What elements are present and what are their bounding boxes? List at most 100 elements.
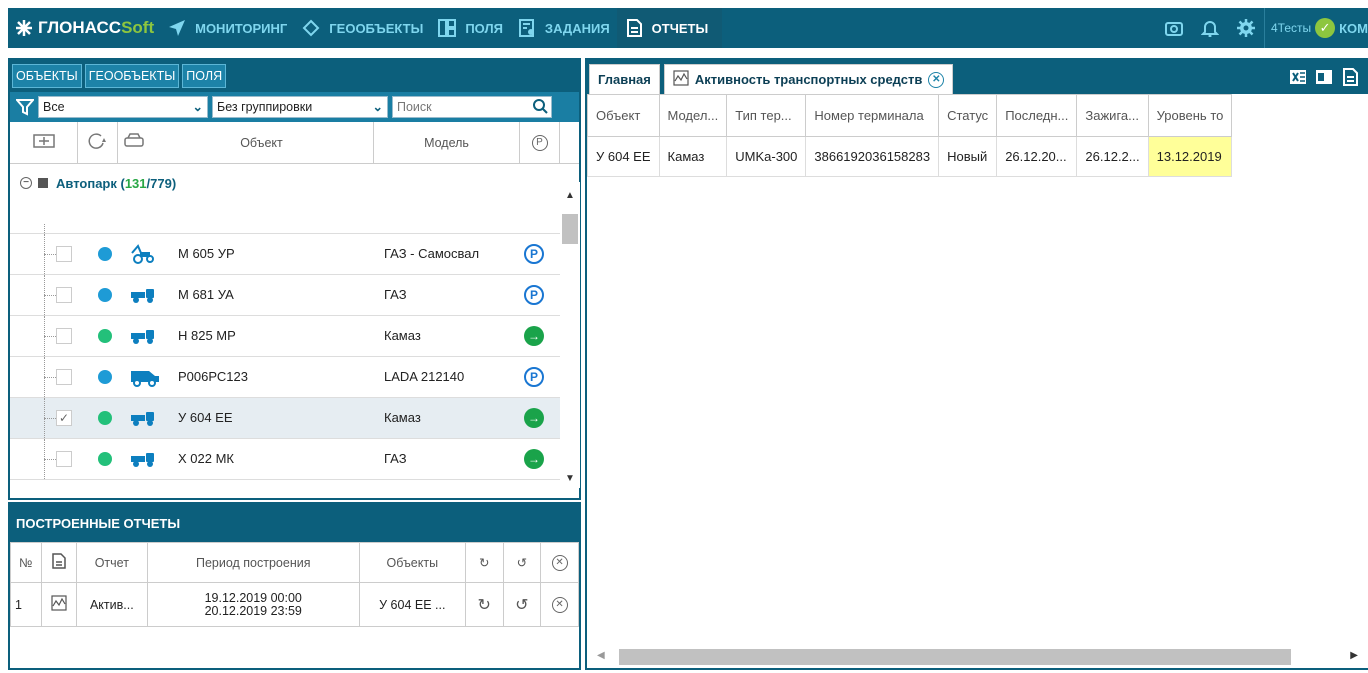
object-name[interactable]: Н 825 МР	[178, 328, 236, 343]
tab-activity-label: Активность транспортных средств	[694, 72, 923, 87]
filter-icon[interactable]	[12, 94, 38, 120]
row-checkbox[interactable]	[56, 328, 72, 344]
gear-icon[interactable]	[1236, 18, 1256, 38]
excel-icon[interactable]	[1288, 67, 1308, 87]
report-table-header: Объект Модел... Тип тер... Номер терминала С…	[587, 94, 1233, 137]
report-col-header[interactable]: Номер терминала	[805, 94, 940, 137]
user-menu[interactable]: 4Тесты ✓ КОМ	[1263, 8, 1368, 48]
col-history: ↺	[502, 542, 542, 583]
collapse-all-icon[interactable]	[32, 132, 55, 153]
report-name[interactable]: Актив...	[75, 582, 148, 627]
bell-icon[interactable]	[1200, 18, 1220, 38]
scroll-down-icon[interactable]: ▼	[565, 473, 575, 484]
truck-icon	[130, 284, 156, 306]
filter-value: Все	[43, 100, 65, 114]
word-icon[interactable]	[1314, 67, 1334, 87]
header-status[interactable]: P	[520, 121, 560, 164]
tab-objects[interactable]: ОБЪЕКТЫ	[12, 64, 82, 88]
group-checkbox[interactable]	[38, 178, 48, 188]
row-checkbox[interactable]	[56, 451, 72, 467]
report-table-row[interactable]: У 604 ЕЕ Камаз UMKa-300 3866192036158283 Нов…	[587, 136, 1233, 177]
header-model[interactable]: Модель	[374, 121, 520, 164]
object-row[interactable]: М 681 УА ГАЗ P	[10, 275, 560, 316]
car-icon[interactable]	[123, 132, 145, 153]
report-col-header[interactable]: Зажига...	[1076, 94, 1149, 137]
nav-fields-label: ПОЛЯ	[465, 20, 503, 36]
scroll-thumb[interactable]	[619, 649, 1291, 665]
document-icon[interactable]	[1340, 67, 1360, 87]
object-name[interactable]: Р006РС123	[178, 369, 248, 384]
report-cell: Камаз	[658, 136, 728, 177]
header-vehicle	[118, 122, 150, 164]
nav-geoobjects[interactable]: ГЕООБЪЕКТЫ	[294, 8, 430, 48]
export-tools	[1282, 67, 1360, 87]
grouping-select[interactable]: Без группировки ⌄	[212, 96, 388, 118]
row-checkbox[interactable]	[56, 287, 72, 303]
report-col-header[interactable]: Тип тер...	[726, 94, 807, 137]
top-bar-inner: ГЛОНАСС Soft МОНИТОРИНГ ГЕООБЪЕКТЫ ПОЛЯ З…	[8, 8, 1368, 48]
col-period: Период построения	[146, 542, 360, 583]
report-col-header[interactable]: Объект	[587, 94, 660, 137]
delete-report-button[interactable]: ✕	[540, 582, 579, 627]
nav-monitoring[interactable]: МОНИТОРИНГ	[160, 8, 294, 48]
tree-branch	[44, 377, 56, 378]
tree-branch	[44, 254, 56, 255]
tree-line	[44, 224, 45, 233]
history-button[interactable]: ↺	[502, 582, 542, 627]
geoobject-icon	[301, 18, 321, 38]
rebuild-icon: ↻	[477, 596, 491, 614]
filter-select[interactable]: Все ⌄	[38, 96, 208, 118]
built-report-row[interactable]: 1 Актив... 19.12.2019 00:00 20.12.2019 23…	[10, 582, 579, 627]
parking-icon: P	[531, 134, 548, 151]
search-input[interactable]: Поиск	[392, 96, 552, 118]
logo-icon	[14, 18, 34, 38]
scroll-up-icon[interactable]: ▲	[565, 190, 575, 201]
object-row[interactable]: ✓ У 604 ЕЕ Камаз →	[10, 398, 560, 439]
tab-geoobjects[interactable]: ГЕООБЪЕКТЫ	[84, 64, 180, 88]
nav-reports[interactable]: ОТЧЕТЫ	[616, 8, 723, 48]
object-name[interactable]: У 604 ЕЕ	[178, 410, 233, 425]
rebuild-button[interactable]: ↻	[464, 582, 504, 627]
report-col-header[interactable]: Уровень то	[1147, 94, 1233, 137]
tractor-icon	[130, 243, 156, 265]
objects-scrollbar[interactable]: ▲ ▼	[560, 182, 580, 488]
truck-icon	[130, 407, 156, 429]
scroll-right-icon[interactable]: ▶	[1350, 650, 1358, 661]
collapse-icon[interactable]: −	[20, 177, 32, 189]
truck-icon	[130, 325, 156, 347]
scroll-left-icon[interactable]: ◀	[597, 650, 605, 661]
app-logo[interactable]: ГЛОНАСС Soft	[8, 18, 160, 38]
report-col-header[interactable]: Модел...	[658, 94, 728, 137]
scroll-thumb[interactable]	[562, 214, 578, 244]
nav-fields[interactable]: ПОЛЯ	[430, 8, 510, 48]
object-name[interactable]: М 681 УА	[178, 287, 234, 302]
object-row[interactable]: Н 825 МР Камаз →	[10, 316, 560, 357]
search-icon[interactable]	[532, 98, 548, 117]
object-name[interactable]: М 605 УР	[178, 246, 235, 261]
object-row[interactable]: М 605 УР ГАЗ - Самосвал P	[10, 234, 560, 275]
tab-main[interactable]: Главная	[589, 64, 660, 94]
online-dot	[98, 247, 112, 261]
group-row[interactable]: − Автопарк (131/779)	[10, 164, 579, 202]
object-row[interactable]: Р006РС123 LADA 212140 P	[10, 357, 560, 398]
report-col-header[interactable]: Статус	[938, 94, 998, 137]
object-row[interactable]: Х 022 МК ГАЗ →	[10, 439, 560, 480]
header-object[interactable]: Объект	[150, 121, 374, 164]
nav-tasks[interactable]: ЗАДАНИЯ	[510, 8, 617, 48]
nav-tasks-label: ЗАДАНИЯ	[544, 20, 610, 36]
row-checkbox[interactable]	[56, 369, 72, 385]
tab-fields[interactable]: ПОЛЯ	[182, 64, 227, 88]
col-delete: ✕	[540, 542, 579, 583]
row-checkbox[interactable]: ✓	[56, 410, 72, 426]
camera-icon[interactable]	[1164, 18, 1184, 38]
report-hscrollbar[interactable]: ◀ ▶	[587, 646, 1368, 668]
row-checkbox[interactable]	[56, 246, 72, 262]
header-refresh	[78, 121, 118, 164]
online-dot	[98, 288, 112, 302]
report-col-header[interactable]: Последн...	[996, 94, 1078, 137]
object-name[interactable]: Х 022 МК	[178, 451, 234, 466]
objects-list: М 605 УР ГАЗ - Самосвал P М 681 УА ГАЗ P Н 825…	[10, 224, 560, 488]
close-tab-icon[interactable]: ✕	[928, 71, 945, 88]
tab-activity[interactable]: Активность транспортных средств ✕	[663, 64, 954, 94]
refresh-icon[interactable]	[87, 132, 109, 153]
